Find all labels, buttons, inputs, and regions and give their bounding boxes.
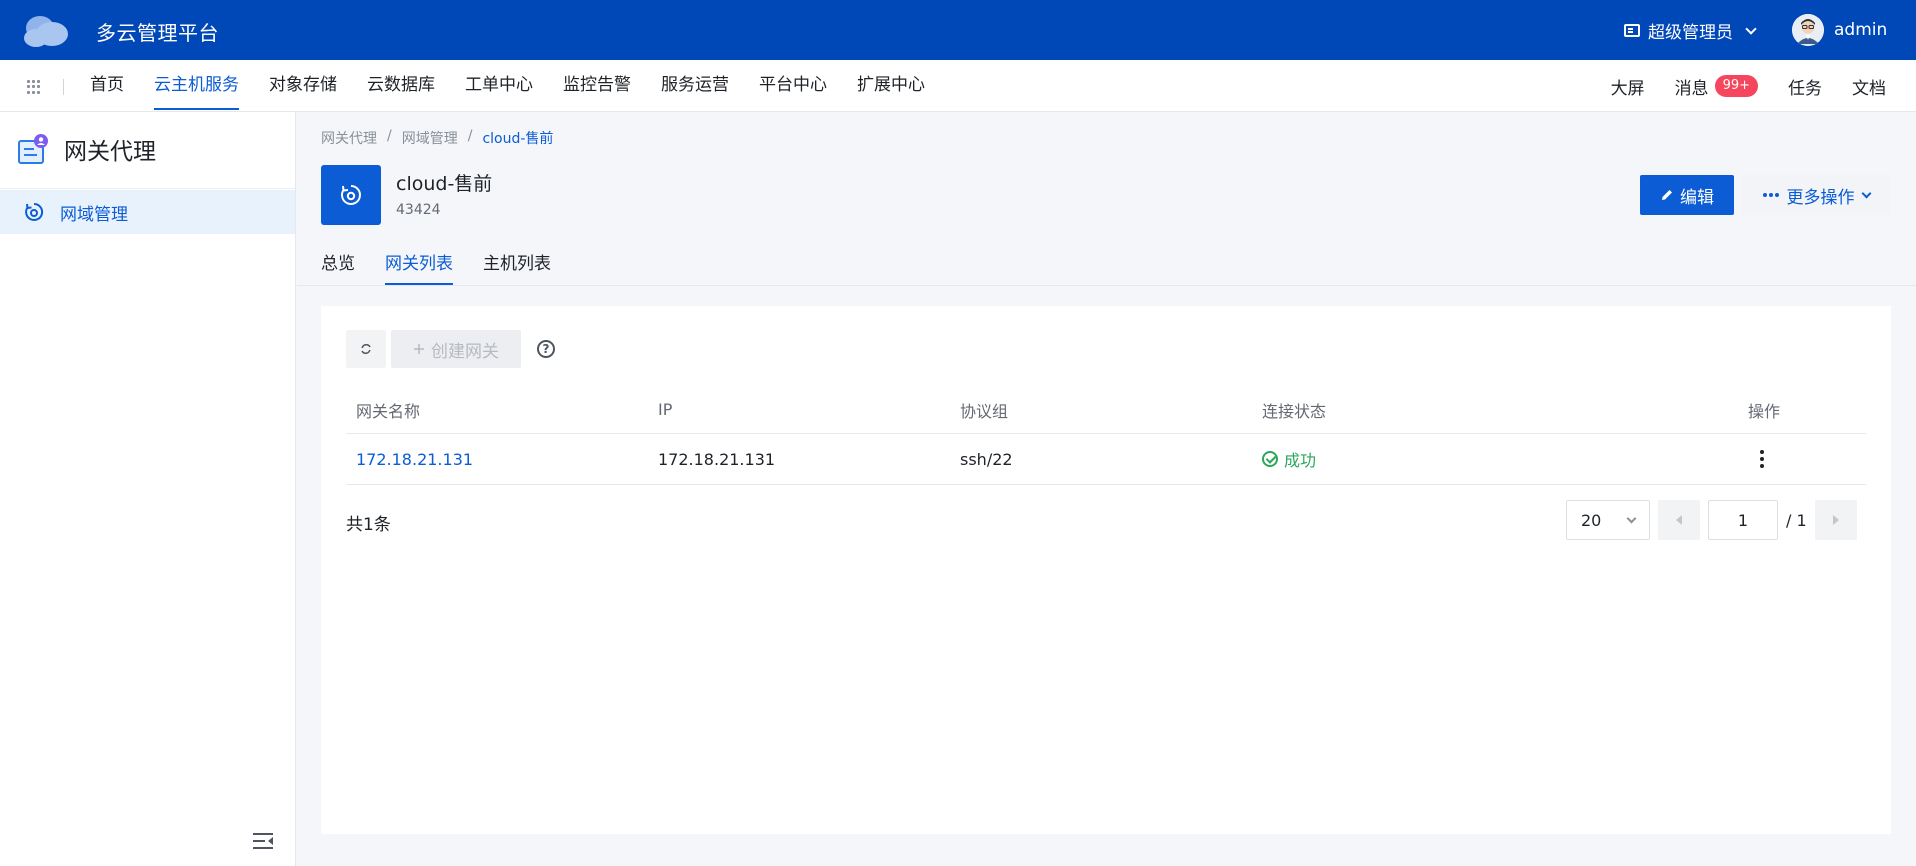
resource-icon xyxy=(321,165,381,225)
app-title: 多云管理平台 xyxy=(96,21,219,45)
pagination: 20 / 1 xyxy=(1566,500,1857,540)
gateway-status-cell: 成功 xyxy=(1252,447,1742,471)
table-row: 172.18.21.131 172.18.21.131 ssh/22 成功 xyxy=(346,434,1866,485)
table-header: 网关名称 IP 协议组 连接状态 操作 xyxy=(346,386,1866,434)
domain-icon xyxy=(25,202,44,221)
resource-name: cloud-售前 xyxy=(396,173,493,195)
column-header-actions: 操作 xyxy=(1748,401,1781,421)
messages-label: 消息 xyxy=(1674,78,1709,99)
collapse-sidebar-icon[interactable] xyxy=(252,832,274,850)
top-header: 多云管理平台 超级管理员 admin xyxy=(0,0,1916,60)
sidebar-header: 网关代理 xyxy=(18,132,156,166)
check-circle-icon xyxy=(1262,451,1278,467)
page-size-value: 20 xyxy=(1581,510,1602,530)
breadcrumb-domain-management[interactable]: 网域管理 xyxy=(402,128,458,148)
id-card-icon xyxy=(1624,24,1640,37)
refresh-button[interactable] xyxy=(346,330,386,368)
status-text: 成功 xyxy=(1284,451,1317,470)
tasks-link[interactable]: 任务 xyxy=(1788,74,1822,99)
nav-item-object-storage[interactable]: 对象存储 xyxy=(269,60,337,112)
main-nav: 首页 云主机服务 对象存储 云数据库 工单中心 监控告警 服务运营 平台中心 扩… xyxy=(0,60,1916,112)
domain-icon xyxy=(341,185,361,205)
cloud-logo-icon[interactable] xyxy=(22,14,70,48)
messages-link[interactable]: 消息 99+ xyxy=(1675,74,1758,99)
nav-item-home[interactable]: 首页 xyxy=(90,60,124,112)
apps-grid-icon[interactable] xyxy=(27,80,41,94)
messages-badge: 99+ xyxy=(1714,75,1758,97)
more-actions-label: 更多操作 xyxy=(1786,187,1855,208)
chevron-down-icon xyxy=(1861,188,1871,198)
edit-button-label: 编辑 xyxy=(1680,187,1714,208)
sidebar: 网关代理 网域管理 xyxy=(0,112,296,866)
gateway-table: 网关名称 IP 协议组 连接状态 操作 172.18.21.131 172.18… xyxy=(346,386,1866,485)
row-actions-cell xyxy=(1742,450,1866,468)
sidebar-divider xyxy=(0,188,295,189)
tab-host-list[interactable]: 主机列表 xyxy=(483,250,551,286)
sidebar-title: 网关代理 xyxy=(64,139,156,165)
edit-button[interactable]: 编辑 xyxy=(1640,175,1734,215)
more-dots-icon xyxy=(1762,193,1779,197)
nav-item-cloud-database[interactable]: 云数据库 xyxy=(367,60,435,112)
tab-gateway-list[interactable]: 网关列表 xyxy=(385,250,453,286)
refresh-icon xyxy=(361,344,371,354)
more-vertical-icon[interactable] xyxy=(1760,450,1866,468)
page-number-input[interactable] xyxy=(1708,500,1778,540)
gateway-proxy-icon xyxy=(18,134,48,164)
create-gateway-button[interactable]: 创建网关 xyxy=(391,330,521,368)
column-header-ip: IP xyxy=(658,400,673,419)
next-page-button[interactable] xyxy=(1814,500,1857,540)
status-badge: 成功 xyxy=(1262,447,1742,471)
nav-item-service-ops[interactable]: 服务运营 xyxy=(661,60,729,112)
nav-item-cloud-host[interactable]: 云主机服务 xyxy=(154,60,239,112)
sidebar-item-label: 网域管理 xyxy=(60,204,128,225)
breadcrumb-separator: / xyxy=(467,128,473,144)
plus-icon xyxy=(414,344,424,354)
avatar xyxy=(1792,14,1824,46)
resource-id: 43424 xyxy=(396,202,441,218)
column-header-protocol: 协议组 xyxy=(960,401,1009,421)
nav-item-ticket-center[interactable]: 工单中心 xyxy=(465,60,533,112)
total-count: 共1条 xyxy=(346,515,391,535)
username: admin xyxy=(1834,20,1888,40)
tabs-divider xyxy=(297,285,1916,286)
chevron-down-icon xyxy=(1745,22,1757,35)
nav-right: 大屏 消息 99+ 任务 文档 xyxy=(1611,60,1916,112)
tab-overview[interactable]: 总览 xyxy=(321,250,355,286)
gateway-list-card: 创建网关 ? 网关名称 IP 协议组 连接状态 操作 172.18.21.131… xyxy=(321,306,1891,834)
gateway-name-link[interactable]: 172.18.21.131 xyxy=(346,450,648,469)
breadcrumb-separator: / xyxy=(387,128,392,144)
more-actions-button[interactable]: 更多操作 xyxy=(1741,175,1891,215)
prev-page-button[interactable] xyxy=(1658,500,1700,540)
breadcrumb-current: cloud-售前 xyxy=(482,131,554,147)
user-menu[interactable]: admin xyxy=(1792,14,1887,46)
gateway-ip: 172.18.21.131 xyxy=(658,449,776,469)
nav-item-extension-center[interactable]: 扩展中心 xyxy=(857,60,925,112)
caret-right-icon xyxy=(1832,515,1839,525)
breadcrumb-gateway-proxy[interactable]: 网关代理 xyxy=(321,128,377,148)
create-gateway-label: 创建网关 xyxy=(431,341,499,362)
caret-left-icon xyxy=(1676,515,1682,525)
nav-item-platform-center[interactable]: 平台中心 xyxy=(759,60,827,112)
column-header-name: 网关名称 xyxy=(356,401,421,421)
breadcrumb: 网关代理 / 网域管理 / cloud-售前 xyxy=(321,128,553,148)
docs-link[interactable]: 文档 xyxy=(1852,74,1886,99)
role-switcher[interactable]: 超级管理员 xyxy=(1624,18,1757,43)
big-screen-link[interactable]: 大屏 xyxy=(1611,74,1645,99)
nav-divider xyxy=(63,79,64,95)
column-header-status: 连接状态 xyxy=(1262,401,1327,421)
chevron-down-icon xyxy=(1626,513,1637,523)
role-label: 超级管理员 xyxy=(1648,23,1733,43)
nav-menu: 首页 云主机服务 对象存储 云数据库 工单中心 监控告警 服务运营 平台中心 扩… xyxy=(90,60,955,112)
sidebar-item-domain-management[interactable]: 网域管理 xyxy=(0,190,295,234)
help-icon[interactable]: ? xyxy=(537,340,555,358)
detail-tabs: 总览 网关列表 主机列表 xyxy=(321,250,551,286)
pencil-icon xyxy=(1662,190,1672,200)
total-pages: / 1 xyxy=(1786,510,1807,530)
nav-item-monitoring[interactable]: 监控告警 xyxy=(563,60,631,112)
gateway-protocol: ssh/22 xyxy=(960,449,1013,469)
page-size-select[interactable]: 20 xyxy=(1566,500,1650,540)
